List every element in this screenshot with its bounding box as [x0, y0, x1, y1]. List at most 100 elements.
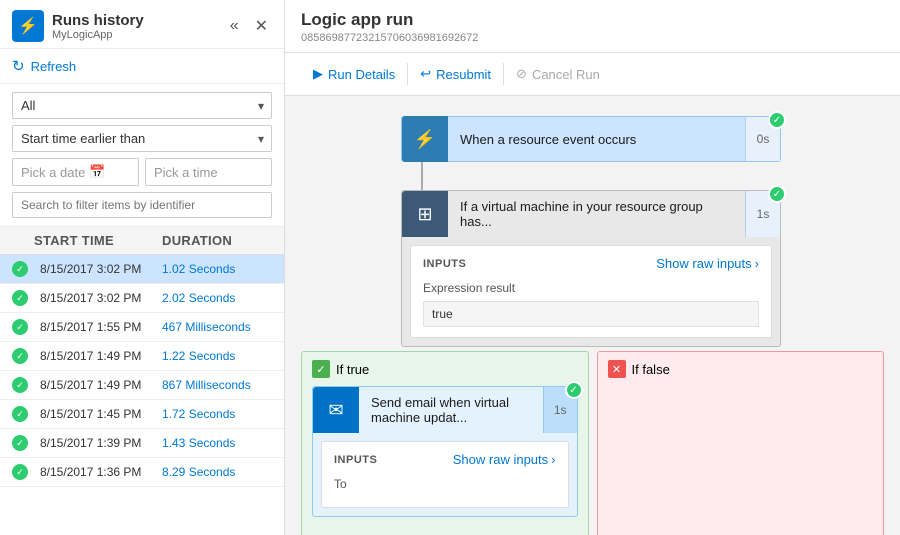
run-toolbar: ▶ Run Details ↩ Resubmit ⊘ Cancel Run — [285, 53, 900, 96]
action-label: Send email when virtual machine updat... — [359, 395, 543, 425]
branch-true: ✓ If true ✉ Send email when virtual mach… — [301, 351, 589, 535]
table-row[interactable]: ✓ 8/15/2017 3:02 PM 1.02 Seconds — [0, 255, 284, 284]
refresh-label: Refresh — [31, 59, 77, 74]
trigger-icon: ⚡ — [414, 129, 436, 150]
col-start-header: START TIME — [34, 233, 162, 248]
status-dot: ✓ — [12, 406, 28, 422]
run-status: ✓ — [12, 464, 34, 480]
time-filter[interactable]: Start time earlier than — [12, 125, 272, 152]
left-panel: ⚡ Runs history MyLogicApp « ✕ ↻ Refresh … — [0, 0, 285, 535]
table-row[interactable]: ✓ 8/15/2017 1:55 PM 467 Milliseconds — [0, 313, 284, 342]
action-expanded: INPUTS Show raw inputs › To — [321, 441, 569, 508]
run-start-time: 8/15/2017 1:39 PM — [34, 436, 162, 450]
run-start-time: 8/15/2017 1:49 PM — [34, 378, 162, 392]
run-duration: 467 Milliseconds — [162, 320, 272, 334]
action-show-raw[interactable]: Show raw inputs › — [453, 452, 556, 467]
table-row[interactable]: ✓ 8/15/2017 1:49 PM 1.22 Seconds — [0, 342, 284, 371]
run-status: ✓ — [12, 348, 34, 364]
run-duration: 1.72 Seconds — [162, 407, 272, 421]
run-status: ✓ — [12, 435, 34, 451]
resubmit-label: Resubmit — [436, 67, 491, 82]
action-check: ✓ — [565, 381, 583, 399]
run-status: ✓ — [12, 290, 34, 306]
branch-true-header: ✓ If true — [312, 360, 578, 378]
run-details-label: Run Details — [328, 67, 395, 82]
branch-false: ✕ If false — [597, 351, 885, 535]
status-dot: ✓ — [12, 435, 28, 451]
condition-show-raw[interactable]: Show raw inputs › — [656, 256, 759, 271]
panel-subtitle: MyLogicApp — [52, 29, 144, 41]
condition-label: If a virtual machine in your resource gr… — [448, 199, 745, 229]
trigger-label: When a resource event occurs — [448, 132, 745, 147]
condition-inputs-label: INPUTS — [423, 258, 466, 270]
run-duration: 1.43 Seconds — [162, 436, 272, 450]
run-status: ✓ — [12, 319, 34, 335]
run-details-icon: ▶ — [313, 66, 323, 82]
panel-title: Runs history — [52, 12, 144, 29]
runs-list: ✓ 8/15/2017 3:02 PM 1.02 Seconds ✓ 8/15/… — [0, 255, 284, 487]
run-duration: 8.29 Seconds — [162, 465, 272, 479]
run-status: ✓ — [12, 261, 34, 277]
run-duration: 1.22 Seconds — [162, 349, 272, 363]
refresh-button[interactable]: ↻ Refresh — [0, 49, 284, 84]
app-icon: ⚡ — [12, 10, 44, 42]
run-id: 08586987723215706036981692672 — [301, 32, 884, 44]
run-start-time: 8/15/2017 1:55 PM — [34, 320, 162, 334]
action-inputs-header: INPUTS Show raw inputs › — [334, 452, 556, 467]
action-inputs-label: INPUTS — [334, 454, 377, 466]
run-status: ✓ — [12, 377, 34, 393]
status-dot: ✓ — [12, 464, 28, 480]
right-panel: Logic app run 08586987723215706036981692… — [285, 0, 900, 535]
trigger-node[interactable]: ⚡ When a resource event occurs 0s ✓ — [401, 116, 781, 162]
run-start-time: 8/15/2017 3:02 PM — [34, 262, 162, 276]
branch-false-header: ✕ If false — [608, 360, 874, 378]
date-time-row: Pick a date 📅 Pick a time — [12, 158, 272, 186]
collapse-button[interactable]: « — [226, 15, 243, 37]
panel-title-block: Runs history MyLogicApp — [52, 12, 144, 41]
action-header: ✉ Send email when virtual machine updat.… — [313, 387, 577, 433]
connector-1 — [421, 162, 423, 190]
search-input[interactable] — [12, 192, 272, 218]
panel-header: ⚡ Runs history MyLogicApp « ✕ — [0, 0, 284, 49]
filter-section: All Start time earlier than Pick a date … — [0, 84, 284, 227]
table-row[interactable]: ✓ 8/15/2017 1:36 PM 8.29 Seconds — [0, 458, 284, 487]
cancel-label: Cancel Run — [532, 67, 600, 82]
run-start-time: 8/15/2017 3:02 PM — [34, 291, 162, 305]
run-duration: 2.02 Seconds — [162, 291, 272, 305]
date-input[interactable]: Pick a date 📅 — [12, 158, 139, 186]
condition-node[interactable]: ⊞ If a virtual machine in your resource … — [401, 190, 781, 347]
run-start-time: 8/15/2017 1:36 PM — [34, 465, 162, 479]
status-filter-wrapper: All — [12, 92, 272, 119]
table-row[interactable]: ✓ 8/15/2017 1:39 PM 1.43 Seconds — [0, 429, 284, 458]
right-header: Logic app run 08586987723215706036981692… — [285, 0, 900, 53]
condition-icon: ⊞ — [417, 204, 432, 225]
action-node[interactable]: ✉ Send email when virtual machine updat.… — [312, 386, 578, 517]
table-row[interactable]: ✓ 8/15/2017 1:49 PM 867 Milliseconds — [0, 371, 284, 400]
status-filter[interactable]: All — [12, 92, 272, 119]
branch-false-icon: ✕ — [608, 360, 626, 378]
canvas-area: ⚡ When a resource event occurs 0s ✓ ⊞ If… — [285, 96, 900, 535]
run-details-button[interactable]: ▶ Run Details — [301, 61, 407, 87]
run-title: Logic app run — [301, 10, 884, 30]
flow-container: ⚡ When a resource event occurs 0s ✓ ⊞ If… — [301, 116, 884, 535]
status-dot: ✓ — [12, 261, 28, 277]
refresh-icon: ↻ — [12, 57, 25, 75]
branch-true-icon: ✓ — [312, 360, 330, 378]
col-status-header — [12, 233, 34, 248]
date-placeholder: Pick a date — [21, 165, 85, 180]
run-start-time: 8/15/2017 1:49 PM — [34, 349, 162, 363]
resubmit-icon: ↩ — [420, 66, 431, 82]
condition-header: ⊞ If a virtual machine in your resource … — [402, 191, 780, 237]
branch-true-label: If true — [336, 362, 369, 377]
cancel-icon: ⊘ — [516, 66, 527, 82]
resubmit-button[interactable]: ↩ Resubmit — [408, 61, 503, 87]
run-start-time: 8/15/2017 1:45 PM — [34, 407, 162, 421]
condition-icon-box: ⊞ — [402, 191, 448, 237]
cancel-run-button[interactable]: ⊘ Cancel Run — [504, 61, 612, 87]
close-button[interactable]: ✕ — [251, 14, 272, 38]
run-status: ✓ — [12, 406, 34, 422]
table-row[interactable]: ✓ 8/15/2017 1:45 PM 1.72 Seconds — [0, 400, 284, 429]
time-input[interactable]: Pick a time — [145, 158, 272, 186]
action-icon-box: ✉ — [313, 387, 359, 433]
table-row[interactable]: ✓ 8/15/2017 3:02 PM 2.02 Seconds — [0, 284, 284, 313]
